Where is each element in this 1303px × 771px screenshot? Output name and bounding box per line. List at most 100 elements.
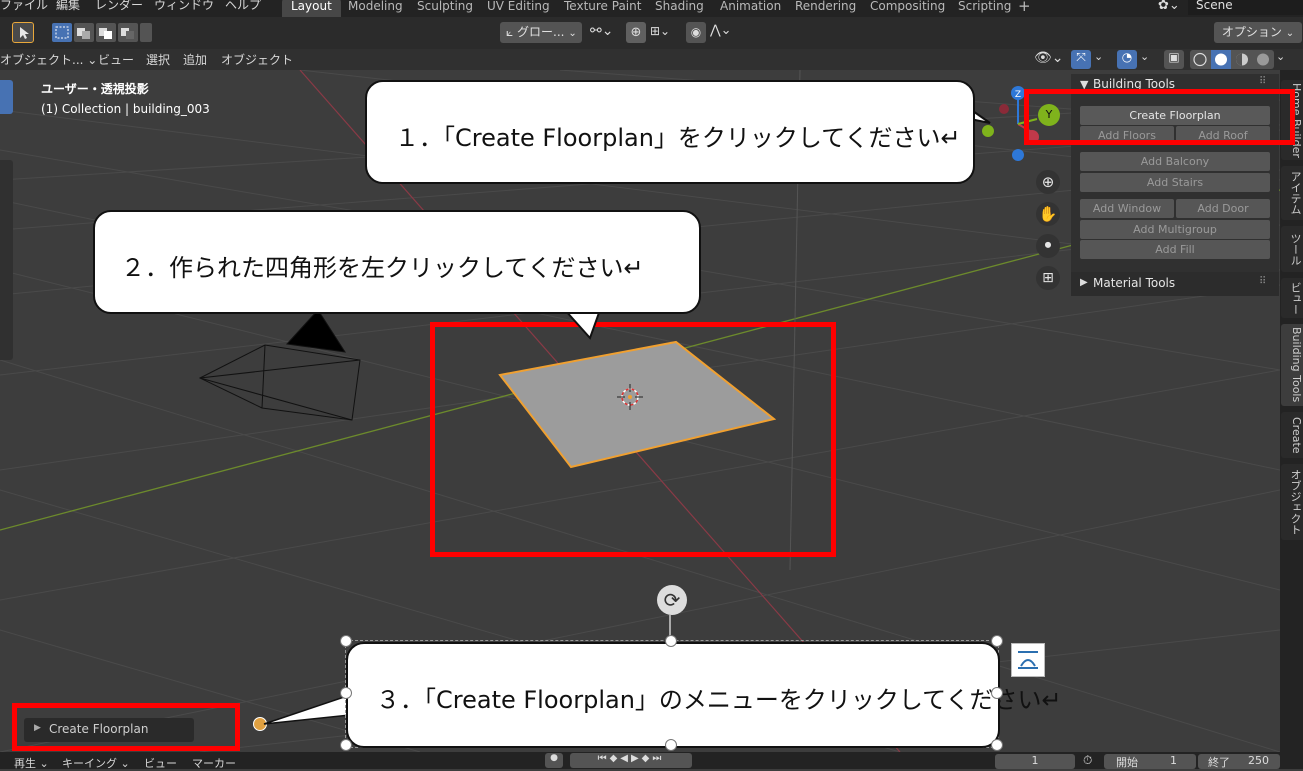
- highlight-create-floorplan: [1024, 89, 1295, 145]
- tab-object[interactable]: オブジェクト: [1281, 464, 1303, 540]
- callout-step-2: ２．作られた四角形を左クリックしてください↵: [93, 210, 701, 314]
- end-value: 250: [1248, 754, 1269, 767]
- layout-options-icon[interactable]: [1011, 643, 1045, 677]
- start-label: 開始: [1116, 756, 1138, 769]
- highlight-plane: [430, 322, 836, 557]
- tab-rendering[interactable]: Rendering: [786, 0, 865, 17]
- proportional-edit-icon[interactable]: ◉: [686, 22, 706, 43]
- add-door-button[interactable]: Add Door: [1176, 199, 1270, 218]
- zoom-icon[interactable]: ⊕: [1036, 170, 1060, 194]
- viewport-display-controls: 👁⌄ ⤧ ⌄ ◔ ⌄ ▣ ⌄: [1034, 50, 1285, 70]
- visibility-icon[interactable]: 👁⌄: [1034, 50, 1064, 66]
- tab-layout[interactable]: Layout: [282, 0, 341, 17]
- panel-collapsed-icon: ▶: [1080, 277, 1088, 288]
- resize-handle[interactable]: [340, 635, 352, 647]
- material-tools-header[interactable]: ▶ Material Tools ⠿: [1071, 272, 1279, 296]
- camera-view-icon[interactable]: ⏺: [1036, 234, 1060, 258]
- add-multigroup-button[interactable]: Add Multigroup: [1080, 220, 1270, 239]
- chevron-down-icon[interactable]: ⌄: [1140, 50, 1149, 63]
- orientation-icon: ⟀: [506, 25, 514, 39]
- drag-handle-icon[interactable]: ⠿: [1259, 76, 1266, 87]
- tab-view[interactable]: ビュー: [1281, 278, 1303, 318]
- tab-sculpting[interactable]: Sculpting: [408, 0, 482, 17]
- falloff-icon[interactable]: ⋀⌄: [710, 23, 732, 38]
- gizmo-toggle-icon[interactable]: ⤧: [1071, 50, 1091, 69]
- stopwatch-icon[interactable]: ⏱: [1083, 753, 1092, 768]
- menu-add[interactable]: 追加: [183, 51, 207, 68]
- scene-selector[interactable]: Scene: [1188, 0, 1303, 15]
- rotate-handle-icon[interactable]: ⟳: [657, 585, 687, 615]
- tab-compositing[interactable]: Compositing: [861, 0, 954, 17]
- expand-arrow-icon: ▶: [34, 723, 41, 733]
- callout-1-text: １．「Create Floorplan」をクリックしてください↵: [395, 124, 961, 152]
- tab-building-tools[interactable]: Building Tools: [1281, 324, 1303, 406]
- xray-toggle-icon[interactable]: ▣: [1164, 50, 1184, 69]
- top-menu-bar: ファイル 編集 レンダー ウィンドウ ヘルプ Layout Modeling S…: [0, 0, 1303, 17]
- start-frame-field[interactable]: 開始 1: [1104, 754, 1196, 769]
- tab-modeling[interactable]: Modeling: [339, 0, 412, 17]
- end-label: 終了: [1208, 756, 1230, 769]
- add-fill-button[interactable]: Add Fill: [1080, 240, 1270, 259]
- tab-item[interactable]: アイテム: [1281, 166, 1303, 220]
- current-frame-field[interactable]: 1: [995, 754, 1075, 769]
- pivot-point-icon[interactable]: ⚯⌄: [590, 23, 613, 39]
- snap-icon[interactable]: ⊕: [626, 22, 646, 43]
- add-window-button[interactable]: Add Window: [1080, 199, 1174, 218]
- tab-animation[interactable]: Animation: [711, 0, 790, 17]
- menu-render[interactable]: レンダー: [95, 0, 143, 13]
- toolbar-select-tool[interactable]: [0, 80, 13, 114]
- snap-target-icon[interactable]: ⊞⌄: [650, 24, 670, 38]
- add-workspace-icon[interactable]: +: [1018, 0, 1031, 15]
- add-balcony-button[interactable]: Add Balcony: [1080, 152, 1270, 171]
- overlay-toggle-icon[interactable]: ◔: [1117, 50, 1137, 69]
- scene-icon[interactable]: ✿⌄: [1158, 0, 1180, 13]
- transport-icons[interactable]: ⏮◆◀▶◆⏭: [570, 753, 692, 768]
- chevron-down-icon[interactable]: ⌄: [1276, 50, 1285, 63]
- operator-panel[interactable]: ▶ Create Floorplan: [24, 718, 194, 742]
- tab-shading[interactable]: Shading: [646, 0, 713, 17]
- playback-controls: ● ⏮◆◀▶◆⏭: [545, 753, 695, 769]
- keying-label: キーイング: [62, 757, 117, 770]
- resize-handle[interactable]: [991, 739, 1003, 751]
- shading-mode-group: [1190, 50, 1274, 69]
- resize-handle[interactable]: [991, 635, 1003, 647]
- record-icon[interactable]: ●: [545, 753, 563, 768]
- mode-label: オブジェクト...: [0, 53, 84, 67]
- gizmo-z-label: Z: [1015, 90, 1021, 100]
- menu-view[interactable]: ビュー: [98, 51, 134, 68]
- mode-dropdown[interactable]: オブジェクト... ⌄: [0, 51, 97, 68]
- material-tools-title: Material Tools: [1093, 276, 1176, 290]
- scene-name: Scene: [1196, 0, 1233, 12]
- menu-help[interactable]: ヘルプ: [225, 0, 261, 13]
- resize-handle[interactable]: [991, 687, 1003, 699]
- end-frame-field[interactable]: 終了 250: [1198, 754, 1280, 769]
- menu-file[interactable]: ファイル: [0, 0, 48, 13]
- resize-handle[interactable]: [665, 635, 677, 647]
- resize-handle[interactable]: [340, 687, 352, 699]
- selection-mode-icons[interactable]: [52, 22, 152, 43]
- drag-handle-icon[interactable]: ⠿: [1259, 276, 1266, 287]
- menu-window[interactable]: ウィンドウ: [154, 0, 214, 13]
- operator-panel-label: Create Floorplan: [49, 722, 149, 736]
- callout-step-3[interactable]: ３．「Create Floorplan」のメニューをクリックしてください↵: [346, 642, 1062, 748]
- menu-object[interactable]: オブジェクト: [221, 51, 293, 68]
- resize-handle[interactable]: [665, 739, 677, 751]
- options-dropdown[interactable]: オプション ⌄: [1214, 22, 1302, 43]
- tab-uv-editing[interactable]: UV Editing: [478, 0, 559, 17]
- transform-orientation-dropdown[interactable]: ⟀ グロー... ⌄: [500, 22, 582, 43]
- left-toolbar[interactable]: [0, 160, 13, 360]
- tab-texture-paint[interactable]: Texture Paint: [555, 0, 650, 17]
- perspective-grid-icon[interactable]: ⊞: [1036, 266, 1060, 290]
- cursor-tool-icon[interactable]: [12, 22, 34, 43]
- pan-hand-icon[interactable]: ✋: [1036, 202, 1060, 226]
- chevron-down-icon[interactable]: ⌄: [1094, 50, 1103, 63]
- menu-edit[interactable]: 編集: [56, 0, 80, 13]
- tab-scripting[interactable]: Scripting: [949, 0, 1020, 17]
- orientation-label: グロー...: [517, 25, 565, 39]
- start-value: 1: [1170, 754, 1177, 767]
- add-stairs-button[interactable]: Add Stairs: [1080, 173, 1270, 192]
- resize-handle[interactable]: [340, 739, 352, 751]
- tab-create[interactable]: Create: [1281, 412, 1303, 458]
- menu-select[interactable]: 選択: [146, 51, 170, 68]
- tab-tool[interactable]: ツール: [1281, 226, 1303, 272]
